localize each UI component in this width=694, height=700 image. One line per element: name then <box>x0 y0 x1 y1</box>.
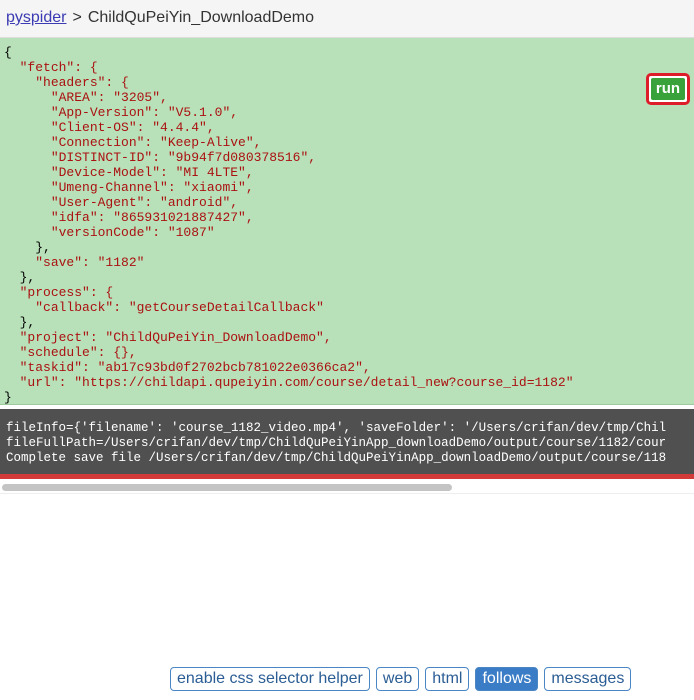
task-json[interactable]: { "fetch": { "headers": { "AREA": "3205"… <box>4 45 574 405</box>
breadcrumb: pyspider > ChildQuPeiYin_DownloadDemo <box>6 9 314 27</box>
run-button-highlight: run <box>646 73 690 105</box>
tab-messages[interactable]: messages <box>544 667 632 691</box>
bottom-tabs: enable css selector helper web html follows… <box>170 667 637 691</box>
json-line: "Client-OS": "4.4.4", <box>50 120 215 135</box>
scrollbar-thumb[interactable] <box>2 484 452 491</box>
console-line: fileFullPath=/Users/crifan/dev/tmp/Child… <box>6 436 667 450</box>
json-line: "Device-Model": "MI 4LTE", <box>50 165 254 180</box>
json-line: { <box>4 45 12 60</box>
json-line: } <box>4 390 12 405</box>
json-line: "versionCode": "1087" <box>50 225 215 240</box>
json-line: "App-Version": "V5.1.0", <box>50 105 239 120</box>
console-lines: fileInfo={'filename': 'course_1182_video… <box>0 421 694 466</box>
breadcrumb-project: ChildQuPeiYin_DownloadDemo <box>87 9 315 26</box>
output-console: fileInfo={'filename': 'course_1182_video… <box>0 409 694 479</box>
json-line: "schedule": {}, <box>19 345 137 360</box>
tab-enable-css-selector-helper[interactable]: enable css selector helper <box>170 667 370 691</box>
json-line: }, <box>4 315 36 330</box>
json-line: }, <box>4 240 51 255</box>
horizontal-scrollbar[interactable] <box>0 481 694 494</box>
json-line: "Connection": "Keep-Alive", <box>50 135 262 150</box>
json-line: "taskid": "ab17c93bd0f2702bcb781022e0366… <box>19 360 371 375</box>
json-line: }, <box>4 270 36 285</box>
json-line: "fetch": { <box>19 60 98 75</box>
json-line: "DISTINCT-ID": "9b94f7d080378516", <box>50 150 317 165</box>
breadcrumb-home-link[interactable]: pyspider <box>6 9 66 26</box>
task-editor[interactable]: { "fetch": { "headers": { "AREA": "3205"… <box>0 38 694 447</box>
run-button[interactable]: run <box>651 78 685 100</box>
console-line: Complete save file /Users/crifan/dev/tmp… <box>6 451 667 465</box>
json-line: "callback": "getCourseDetailCallback" <box>35 300 324 315</box>
tab-web[interactable]: web <box>375 667 420 691</box>
breadcrumb-separator: > <box>72 9 82 26</box>
json-line: "AREA": "3205", <box>50 90 168 105</box>
tab-html[interactable]: html <box>425 667 470 691</box>
json-line: "url": "https://childapi.qupeiyin.com/co… <box>19 375 574 390</box>
json-line: "User-Agent": "android", <box>50 195 239 210</box>
json-line: "project": "ChildQuPeiYin_DownloadDemo", <box>19 330 332 345</box>
console-line: fileInfo={'filename': 'course_1182_video… <box>6 421 667 435</box>
tab-follows[interactable]: follows <box>475 667 539 691</box>
json-line: "Umeng-Channel": "xiaomi", <box>50 180 254 195</box>
header-bar: pyspider > ChildQuPeiYin_DownloadDemo <box>0 0 694 38</box>
json-line: "idfa": "865931021887427", <box>50 210 254 225</box>
json-line: "headers": { <box>35 75 129 90</box>
json-line: "save": "1182" <box>35 255 145 270</box>
json-line: "process": { <box>19 285 114 300</box>
